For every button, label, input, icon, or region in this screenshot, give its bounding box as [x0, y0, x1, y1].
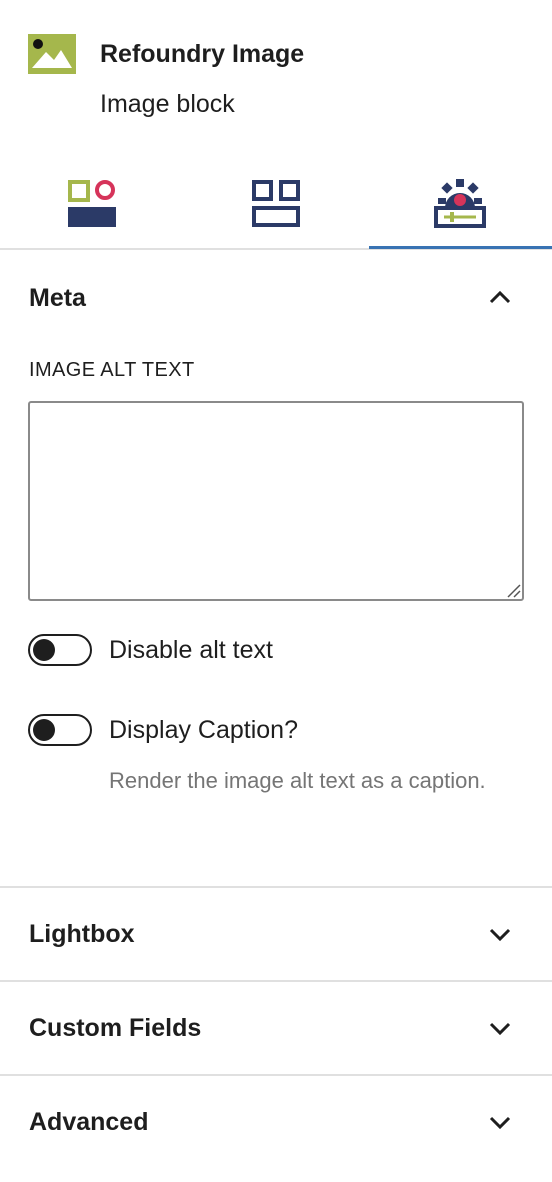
disable-alt-text-toggle[interactable] — [28, 634, 92, 666]
meta-panel-title: Meta — [29, 284, 86, 312]
meta-panel-toggle[interactable]: Meta — [0, 272, 552, 324]
block-title: Refoundry Image — [100, 40, 305, 68]
image-alt-text-label: IMAGE ALT TEXT — [29, 359, 195, 381]
chevron-down-icon — [487, 1015, 513, 1041]
settings-tab[interactable] — [368, 162, 552, 250]
styles-tab[interactable] — [0, 162, 184, 250]
styles-shapes-icon — [67, 179, 117, 234]
layout-tab[interactable] — [184, 162, 368, 250]
active-tab-indicator — [369, 246, 552, 249]
chevron-down-icon — [487, 921, 513, 947]
lightbox-panel-toggle[interactable]: Lightbox — [0, 888, 552, 980]
toggle-knob — [33, 719, 55, 741]
block-card: Refoundry Image Image block — [0, 0, 552, 150]
inspector-tabs — [0, 162, 552, 250]
disable-alt-text-label: Disable alt text — [109, 636, 273, 664]
advanced-panel-toggle[interactable]: Advanced — [0, 1076, 552, 1168]
display-caption-label: Display Caption? — [109, 716, 298, 744]
image-alt-text-input[interactable] — [28, 401, 524, 601]
block-description: Image block — [100, 90, 235, 118]
resize-handle-icon[interactable] — [505, 582, 521, 598]
lightbox-panel-title: Lightbox — [29, 920, 135, 948]
chevron-down-icon — [487, 1109, 513, 1135]
display-caption-help: Render the image alt text as a caption. — [109, 768, 486, 793]
settings-gear-icon — [434, 178, 486, 235]
custom-fields-panel-title: Custom Fields — [29, 1014, 202, 1042]
layout-grid-icon — [251, 179, 301, 234]
advanced-panel-title: Advanced — [29, 1108, 149, 1136]
display-caption-toggle[interactable] — [28, 714, 92, 746]
image-block-icon — [28, 34, 76, 74]
chevron-up-icon — [487, 285, 513, 311]
toggle-knob — [33, 639, 55, 661]
custom-fields-panel-toggle[interactable]: Custom Fields — [0, 982, 552, 1074]
